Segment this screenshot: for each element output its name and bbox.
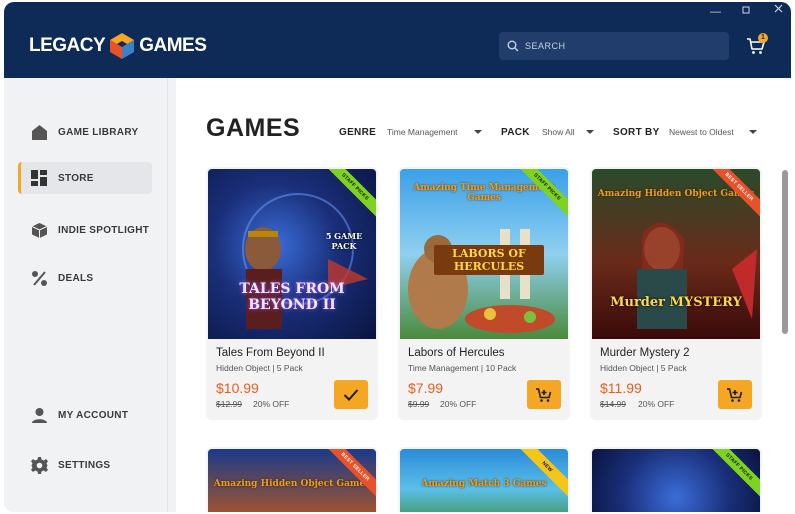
grid-icon <box>30 169 48 187</box>
original-price: $14.99 <box>600 399 626 409</box>
game-card[interactable]: TALES FROM BEYOND II 5 GAME PACK STAFF P… <box>206 167 378 420</box>
game-card[interactable]: Amazing Hidden Object Games BEST SELLER <box>206 447 378 512</box>
cover-title: TALES FROM BEYOND II <box>239 281 345 313</box>
sidebar-item-my-account[interactable]: MY ACCOUNT <box>18 399 152 431</box>
sidebar-item-indie-spotlight[interactable]: INDIE SPOTLIGHT <box>18 214 152 246</box>
discount-label: 20% OFF <box>253 399 290 409</box>
pack-label: PACK <box>501 127 530 138</box>
game-card[interactable]: Amazing Hidden Object Games Murder MYSTE… <box>590 167 762 420</box>
add-to-cart-icon <box>536 387 552 402</box>
box-icon <box>30 221 48 239</box>
original-price: $9.99 <box>408 399 430 409</box>
add-to-cart-icon <box>727 387 743 402</box>
chevron-down-icon[interactable] <box>474 130 482 134</box>
search-icon <box>507 40 519 52</box>
sidebar-item-label: SETTINGS <box>58 459 111 471</box>
game-card[interactable]: STAFF PICKS <box>590 447 762 512</box>
sidebar: GAME LIBRARY STORE INDIE SPOTLIGHT DEALS <box>4 78 168 512</box>
game-title[interactable]: Labors of Hercules <box>408 347 505 359</box>
cover-title: Murder MYSTERY <box>610 295 742 310</box>
cart-count-badge: 1 <box>758 33 768 43</box>
owned-button[interactable] <box>334 380 368 409</box>
sidebar-item-settings[interactable]: SETTINGS <box>18 449 152 481</box>
game-title[interactable]: Murder Mystery 2 <box>600 347 689 359</box>
game-price: $7.99 <box>408 380 444 396</box>
logo-text-right: GAMES <box>139 35 207 56</box>
chevron-down-icon[interactable] <box>749 130 757 134</box>
genre-label: GENRE <box>339 127 377 138</box>
maximize-button[interactable] <box>742 5 750 17</box>
game-cover-image[interactable]: TALES FROM BEYOND II 5 GAME PACK STAFF P… <box>208 169 376 339</box>
percent-icon <box>30 269 48 287</box>
sidebar-item-label: MY ACCOUNT <box>58 409 129 421</box>
add-to-cart-button[interactable] <box>527 380 561 409</box>
cover-subtitle: Amazing Match 3 Games <box>421 479 547 489</box>
gear-icon <box>30 456 48 474</box>
cover-subtitle: Amazing Hidden Object Games <box>213 479 371 489</box>
sidebar-item-label: STORE <box>58 172 94 184</box>
close-button[interactable] <box>774 4 783 16</box>
maximize-icon <box>742 6 750 14</box>
ribbon-badge: BEST SELLER <box>318 449 376 504</box>
ribbon-badge: NEW <box>510 449 568 504</box>
user-icon <box>30 406 48 424</box>
pack-select[interactable]: Show All <box>542 127 575 137</box>
check-icon <box>343 388 359 401</box>
game-title[interactable]: Tales From Beyond II <box>216 347 325 359</box>
sidebar-item-label: GAME LIBRARY <box>58 126 139 138</box>
main-content: GAMES GENRE Time Management PACK Show Al… <box>176 78 791 512</box>
game-cover-image[interactable]: Amazing Hidden Object Games Murder MYSTE… <box>592 169 760 339</box>
ribbon-badge: STAFF PICKS <box>702 449 760 504</box>
sidebar-item-label: DEALS <box>58 272 94 284</box>
game-meta: Hidden Object | 5 Pack <box>216 363 303 373</box>
top-bar: LEGACY GAMES — SEARCH 1 <box>4 2 791 78</box>
cart-button[interactable]: 1 <box>746 33 768 58</box>
page-title: GAMES <box>206 114 301 142</box>
game-cover-image[interactable]: Amazing Time Management Games LABORS OF … <box>400 169 568 339</box>
sidebar-item-deals[interactable]: DEALS <box>18 262 152 294</box>
genre-select[interactable]: Time Management <box>387 127 458 137</box>
logo[interactable]: LEGACY GAMES <box>29 31 207 61</box>
cover-title: LABORS OF HERCULES <box>434 245 544 275</box>
sidebar-item-game-library[interactable]: GAME LIBRARY <box>18 116 152 148</box>
search-input[interactable] <box>525 41 715 51</box>
scrollbar-thumb[interactable] <box>782 170 788 334</box>
game-cover-image[interactable]: Amazing Match 3 Games NEW <box>400 449 568 512</box>
game-card[interactable]: Amazing Time Management Games LABORS OF … <box>398 167 570 420</box>
game-meta: Hidden Object | 5 Pack <box>600 363 687 373</box>
search-bar[interactable] <box>499 32 729 60</box>
original-price: $12.99 <box>216 399 242 409</box>
game-price: $10.99 <box>216 380 259 396</box>
discount-label: 20% OFF <box>440 399 477 409</box>
logo-cube-icon <box>109 32 135 60</box>
app-window: LEGACY GAMES — SEARCH 1 GAME LIBRARY STO… <box>4 2 791 512</box>
game-cover-image[interactable]: STAFF PICKS <box>592 449 760 512</box>
close-icon <box>774 4 783 13</box>
sidebar-item-label: INDIE SPOTLIGHT <box>58 224 150 236</box>
minimize-button[interactable]: — <box>710 6 721 18</box>
discount-label: 20% OFF <box>638 399 675 409</box>
home-icon <box>30 123 48 141</box>
sort-select[interactable]: Newest to Oldest <box>669 127 734 137</box>
game-card[interactable]: Amazing Match 3 Games NEW <box>398 447 570 512</box>
cover-subtitle: 5 GAME PACK <box>325 231 363 251</box>
game-price: $11.99 <box>600 380 642 396</box>
game-cover-image[interactable]: Amazing Hidden Object Games BEST SELLER <box>208 449 376 512</box>
add-to-cart-button[interactable] <box>718 380 752 409</box>
sort-label: SORT BY <box>613 127 660 138</box>
chevron-down-icon[interactable] <box>586 130 594 134</box>
sidebar-item-store[interactable]: STORE <box>18 162 152 194</box>
game-meta: Time Management | 10 Pack <box>408 363 517 373</box>
logo-text-left: LEGACY <box>29 35 106 56</box>
